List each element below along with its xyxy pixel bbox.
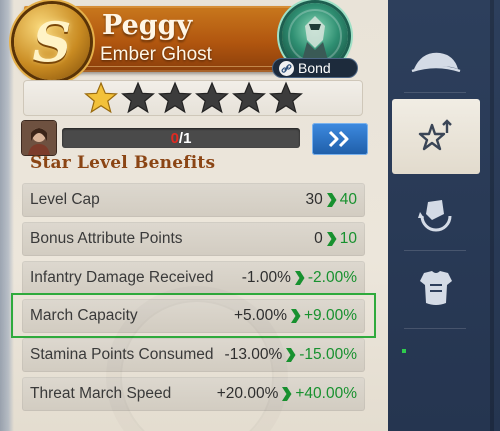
stat-values: 30 40: [306, 183, 358, 217]
sidebar-item-equipment[interactable]: [392, 252, 480, 324]
arrow-right-icon: [294, 270, 305, 285]
progress-bar: 0 /1: [62, 128, 300, 148]
star-filled-icon: [83, 81, 118, 114]
avatar: [22, 121, 56, 155]
highlight-box: [11, 293, 376, 338]
sidebar: [388, 0, 500, 431]
rank-emblem: S: [14, 4, 90, 80]
sidebar-scrollbar: [490, 0, 494, 431]
stat-next-value: 40: [339, 191, 357, 208]
arrow-right-icon: [326, 231, 337, 246]
stat-next-value: 10: [339, 229, 357, 247]
stat-label: Bonus Attribute Points: [30, 229, 183, 247]
stat-row: Stamina Points Consumed -13.00% -15.00%: [22, 338, 365, 373]
star-empty-icon: [231, 81, 266, 114]
sidebar-divider: [404, 328, 466, 329]
hero-title: Ember Ghost: [100, 44, 212, 65]
star-progress: 0 /1: [22, 121, 368, 157]
stat-values: -1.00% -2.00%: [242, 261, 357, 295]
sidebar-divider: [404, 92, 466, 93]
bond-button[interactable]: Bond: [272, 58, 358, 78]
stat-current-value: -1.00%: [241, 268, 291, 286]
arrow-right-icon: [286, 348, 296, 363]
sidebar-item-gear[interactable]: [392, 26, 480, 98]
link-icon: [279, 60, 294, 76]
stat-label: Threat March Speed: [30, 384, 172, 402]
star-empty-icon: [157, 81, 192, 114]
notification-dot: [402, 349, 406, 353]
stat-label: Infantry Damage Received: [30, 268, 214, 286]
hero-name: Peggy: [102, 10, 193, 41]
stat-next-value: +40.00%: [295, 384, 357, 402]
arrow-right-icon: [282, 386, 292, 401]
bond-label: Bond: [298, 60, 331, 76]
arrow-right-icon: [326, 193, 337, 207]
star-upgrade-icon: [418, 118, 452, 150]
stat-label: Level Cap: [30, 191, 100, 208]
stat-row: Bonus Attribute Points 0 10: [22, 221, 365, 256]
hero-panel: S Peggy Ember Ghost Bond 0 /1 Star Level…: [0, 0, 388, 431]
progress-total: /1: [178, 129, 192, 147]
stat-row: Threat March Speed +20.00% +40.00%: [22, 376, 365, 411]
star-empty-icon: [268, 81, 303, 114]
star-empty-icon: [120, 81, 155, 114]
sidebar-item-star-level[interactable]: [392, 99, 480, 174]
stat-next-value: -15.00%: [299, 346, 357, 364]
sidebar-item-skills[interactable]: [392, 176, 480, 248]
stat-values: -13.00% -15.00%: [225, 338, 357, 372]
hero-portrait-icon: [288, 9, 342, 64]
stat-next-value: -2.00%: [307, 268, 357, 286]
stat-row: Infantry Damage Received -1.00% -2.00%: [22, 260, 365, 295]
section-heading: Star Level Benefits: [30, 154, 216, 170]
stat-values: 0 10: [314, 222, 357, 256]
stat-current-value: 0: [314, 229, 323, 247]
double-chevron-right-icon: [328, 130, 349, 148]
star-rating: [23, 80, 363, 116]
stat-row: Level Cap 30 40: [22, 183, 365, 217]
stat-current-value: +20.00%: [216, 384, 279, 402]
fist-icon: [418, 200, 452, 232]
star-empty-icon: [194, 81, 229, 114]
armor-icon: [420, 271, 452, 305]
stat-label: Stamina Points Consumed: [30, 346, 214, 364]
progress-text: 0 /1: [62, 128, 300, 148]
upgrade-button[interactable]: [312, 123, 368, 155]
stat-current-value: -13.00%: [224, 346, 283, 364]
stat-values: +20.00% +40.00%: [217, 377, 357, 411]
progress-current: 0: [170, 129, 179, 147]
sidebar-divider: [404, 250, 466, 251]
stat-current-value: 30: [305, 191, 323, 208]
hat-icon: [411, 52, 461, 73]
rank-letter: S: [32, 10, 72, 74]
